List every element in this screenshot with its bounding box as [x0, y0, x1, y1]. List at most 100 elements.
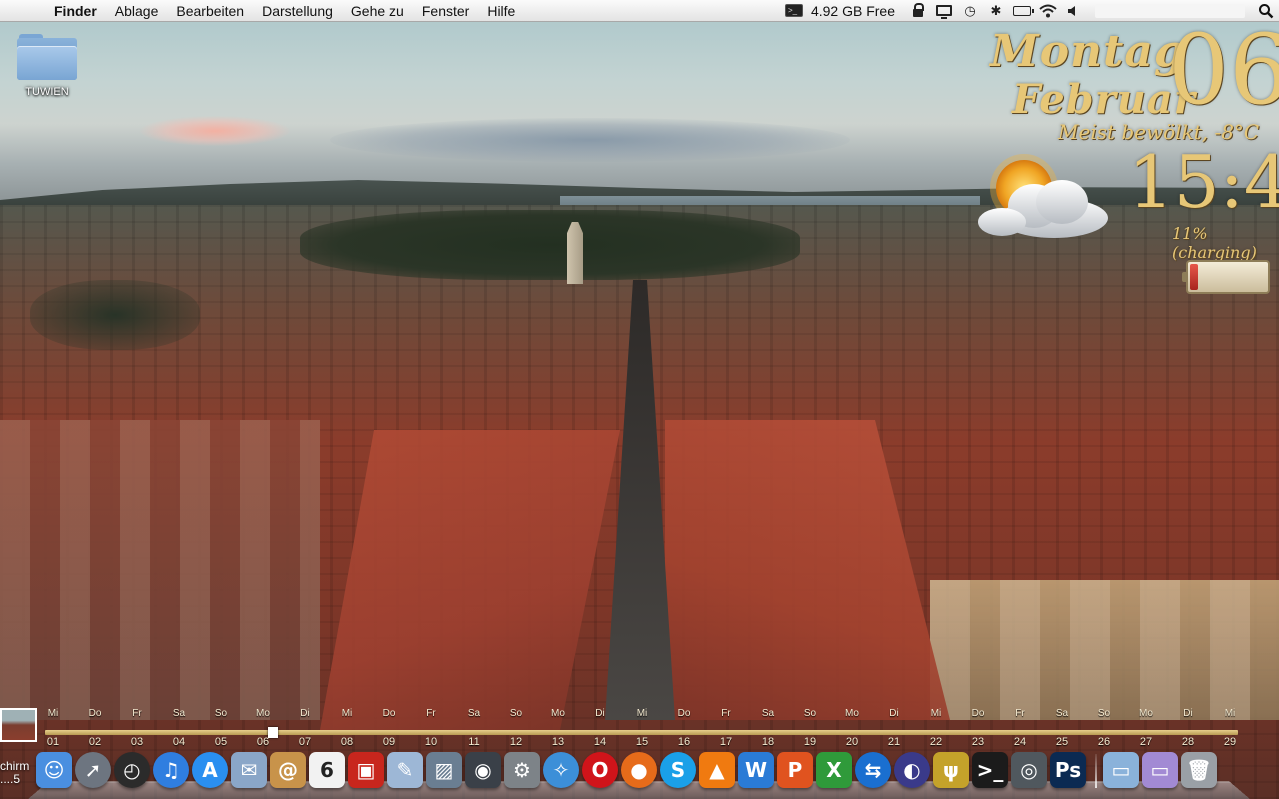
powerpoint-icon[interactable]: P — [777, 752, 813, 788]
calendar-day-label: Di — [889, 708, 899, 719]
ical-icon[interactable]: 6 — [309, 752, 345, 788]
folder-icon — [17, 34, 77, 80]
menu-fenster[interactable]: Fenster — [413, 3, 478, 19]
teamviewer-icon[interactable]: ⇆ — [855, 752, 891, 788]
launchpad-icon[interactable]: ➚ — [75, 752, 111, 788]
time-machine-icon[interactable]: ◷ — [957, 0, 983, 22]
safari-icon[interactable]: ✧ — [543, 752, 579, 788]
desktop-folder-tuwien[interactable]: TUWIEN — [12, 34, 82, 98]
calendar-day-label: So — [803, 708, 817, 719]
calendar-day-number: 01 — [46, 736, 60, 748]
calendar-day-number: 10 — [424, 736, 438, 748]
calendar-day-number: 22 — [929, 736, 943, 748]
documents-folder-icon[interactable]: ▭ — [1142, 752, 1178, 788]
menu-hilfe[interactable]: Hilfe — [478, 3, 524, 19]
battery-icon[interactable] — [1009, 0, 1035, 22]
menu-extra-hidden[interactable] — [1095, 3, 1245, 18]
calendar-day-number: 20 — [845, 736, 859, 748]
menu-darstellung[interactable]: Darstellung — [253, 3, 342, 19]
wallpaper-buildings — [0, 420, 320, 720]
calendar-day-number: 15 — [635, 736, 649, 748]
calendar-day-label: Do — [677, 708, 691, 719]
wallpaper-buildings — [930, 580, 1279, 720]
display-icon[interactable] — [931, 0, 957, 22]
wallpaper-trees — [30, 280, 200, 350]
app-store-icon[interactable]: A — [192, 752, 228, 788]
menu-gehe-zu[interactable]: Gehe zu — [342, 3, 413, 19]
calendar-day-number: 25 — [1055, 736, 1069, 748]
screenshot-file-label-line: chirm ....5 — [0, 759, 30, 786]
opera-icon[interactable]: O — [582, 752, 618, 788]
calendar-day-label: Sa — [1055, 708, 1069, 719]
vlc-icon[interactable]: ▲ — [699, 752, 735, 788]
desktop-folder-label: TUWIEN — [25, 86, 69, 98]
dock-separator — [1095, 754, 1097, 788]
menu-app-name[interactable]: Finder — [40, 3, 106, 19]
calendar-day-number: 23 — [971, 736, 985, 748]
calendar-day-label: Mo — [551, 708, 565, 719]
widget-battery-fill — [1190, 264, 1199, 290]
calendar-day-number: 27 — [1139, 736, 1153, 748]
winamp-icon[interactable]: ψ — [933, 752, 969, 788]
menu-extras: >_ 4.92 GB Free ◷ ✱ — [781, 0, 1279, 22]
word-icon[interactable]: W — [738, 752, 774, 788]
calendar-day-number: 29 — [1223, 736, 1237, 748]
facetime-icon[interactable]: ◉ — [465, 752, 501, 788]
calendar-day-label: Fr — [132, 708, 142, 719]
photoshop-icon[interactable]: Ps — [1050, 752, 1086, 788]
disk-free-status[interactable]: 4.92 GB Free — [807, 3, 905, 19]
calendar-day-label: Do — [88, 708, 102, 719]
widget-time: 15:47 — [1128, 140, 1279, 224]
calendar-day-label: Di — [595, 708, 605, 719]
skype-icon[interactable]: S — [660, 752, 696, 788]
widget-battery-text: 11% (charging) — [1172, 224, 1257, 262]
volume-icon[interactable] — [1061, 0, 1087, 22]
terminal-icon[interactable]: >_ — [781, 0, 807, 22]
calendar-day-label: Sa — [761, 708, 775, 719]
menu-ablage[interactable]: Ablage — [106, 3, 168, 19]
calendar-day-number: 19 — [803, 736, 817, 748]
calendar-bar — [45, 730, 1238, 735]
system-preferences-icon[interactable]: ⚙ — [504, 752, 540, 788]
trash-icon[interactable]: 🗑 — [1181, 752, 1217, 788]
screenshot-file-label[interactable]: chirm ....5 — [0, 760, 29, 786]
calendar-day-number: 12 — [509, 736, 523, 748]
disk-utility-icon[interactable]: ◎ — [1011, 752, 1047, 788]
address-book-icon[interactable]: @ — [270, 752, 306, 788]
widget-day-number: 06 — [1168, 14, 1279, 126]
calendar-day-label: So — [1097, 708, 1111, 719]
spotlight-icon[interactable] — [1253, 0, 1279, 22]
itunes-icon[interactable]: ♫ — [153, 752, 189, 788]
iphoto-icon[interactable]: ▨ — [426, 752, 462, 788]
excel-icon[interactable]: X — [816, 752, 852, 788]
applications-folder-icon[interactable]: ▭ — [1103, 752, 1139, 788]
calendar-day-number: 11 — [468, 736, 480, 748]
wallpaper-cloud — [140, 116, 290, 146]
terminal-icon[interactable]: >_ — [972, 752, 1008, 788]
wallpaper-trees — [300, 210, 800, 280]
calendar-strip: Mi 01 Do 02 Fr 03 Sa 04 So 05 Mo 06 Di 07 Mi 08 Do 09 Fr 10… — [0, 706, 1279, 750]
calendar-day-label: Sa — [467, 708, 481, 719]
menu-bearbeiten[interactable]: Bearbeiten — [167, 3, 253, 19]
lock-icon[interactable] — [905, 0, 931, 22]
firefox-icon[interactable]: ● — [621, 752, 657, 788]
calendar-day-number: 04 — [172, 736, 186, 748]
menu-bar: Finder Ablage Bearbeiten Darstellung Geh… — [0, 0, 1279, 22]
preview-icon[interactable]: ✎ — [387, 752, 423, 788]
photo-booth-icon[interactable]: ▣ — [348, 752, 384, 788]
bluetooth-icon[interactable]: ✱ — [983, 0, 1009, 22]
calendar-day-number: 03 — [130, 736, 144, 748]
eclipse-icon[interactable]: ◐ — [894, 752, 930, 788]
calendar-day-number: 16 — [677, 736, 691, 748]
calendar-day-label: Sa — [172, 708, 186, 719]
mail-icon[interactable]: ✉ — [231, 752, 267, 788]
wifi-icon[interactable] — [1035, 0, 1061, 22]
calendar-day-number: 09 — [382, 736, 396, 748]
calendar-day-number: 28 — [1181, 736, 1195, 748]
calendar-day-number: 08 — [340, 736, 354, 748]
finder-icon[interactable]: ☺ — [36, 752, 72, 788]
dashboard-icon[interactable]: ◴ — [114, 752, 150, 788]
wallpaper-cloud-band — [330, 118, 850, 162]
calendar-day-number: 05 — [214, 736, 228, 748]
wallpaper-bell-tower — [567, 222, 583, 284]
